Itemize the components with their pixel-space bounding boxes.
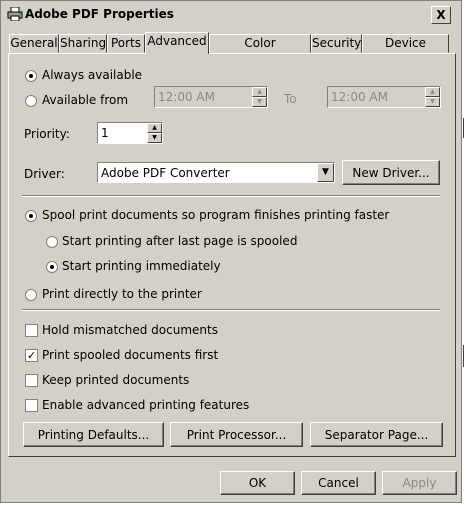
start-after-last-page-radio[interactable] xyxy=(46,236,58,248)
close-icon: X xyxy=(436,8,446,22)
tab-label: Security xyxy=(312,36,362,50)
print-processor-button[interactable]: Print Processor... xyxy=(170,422,303,447)
hold-mismatched-label: Hold mismatched documents xyxy=(42,323,218,337)
close-button[interactable]: X xyxy=(431,6,451,24)
print-processor-label: Print Processor... xyxy=(186,427,287,442)
from-time-spinner: ▲ ▼ xyxy=(252,87,267,107)
driver-select[interactable]: Adobe PDF Converter ▼ xyxy=(97,162,335,183)
apply-label: Apply xyxy=(402,476,437,490)
spooled-first-label: Print spooled documents first xyxy=(42,348,219,362)
available-from-label: Available from xyxy=(42,93,129,107)
to-label: To xyxy=(284,92,297,106)
always-available-radio[interactable] xyxy=(25,70,37,82)
cancel-label: Cancel xyxy=(318,476,359,490)
priority-spinner[interactable]: 1 ▲ ▼ xyxy=(97,122,163,144)
available-from-radio[interactable] xyxy=(25,95,37,107)
printer-icon xyxy=(7,7,23,21)
ok-button[interactable]: OK xyxy=(220,471,295,495)
keep-printed-checkbox[interactable] xyxy=(25,374,38,387)
tab-security[interactable]: Security xyxy=(311,34,362,53)
start-immediately-radio[interactable] xyxy=(46,261,58,273)
spin-up-icon[interactable]: ▲ xyxy=(425,87,440,97)
printing-defaults-label: Printing Defaults... xyxy=(37,427,150,442)
separator xyxy=(22,309,440,311)
tab-label: Sharing xyxy=(60,36,107,50)
to-time-spinner: ▲ ▼ xyxy=(425,87,440,107)
properties-dialog: Adobe PDF Properties X General Sharing P… xyxy=(0,0,462,503)
spool-label: Spool print documents so program finishe… xyxy=(42,208,390,222)
priority-spin-buttons: ▲ ▼ xyxy=(147,123,162,143)
advanced-features-checkbox[interactable] xyxy=(25,399,38,412)
new-driver-label: New Driver... xyxy=(352,165,430,180)
spin-up-icon[interactable]: ▲ xyxy=(147,123,162,133)
window-title: Adobe PDF Properties xyxy=(25,7,174,21)
spin-up-icon[interactable]: ▲ xyxy=(252,87,267,97)
spooled-first-checkbox[interactable]: ✓ xyxy=(25,349,38,362)
available-from-time[interactable]: 12:00 AM ▲ ▼ xyxy=(154,86,268,108)
title-bar: Adobe PDF Properties X xyxy=(3,3,459,26)
tab-color-management[interactable]: Color Management xyxy=(209,34,311,67)
separator xyxy=(22,195,440,197)
to-time-value: 12:00 AM xyxy=(331,90,388,104)
always-available-label: Always available xyxy=(42,68,143,82)
driver-value: Adobe PDF Converter xyxy=(101,166,230,180)
advanced-features-label: Enable advanced printing features xyxy=(42,398,250,412)
advanced-tab-panel: Always available Available from 12:00 AM… xyxy=(8,53,456,457)
from-time-value: 12:00 AM xyxy=(158,90,215,104)
tab-ports[interactable]: Ports xyxy=(107,34,145,53)
driver-label: Driver: xyxy=(24,167,65,181)
spool-radio[interactable] xyxy=(25,210,37,222)
start-after-last-page-label: Start printing after last page is spoole… xyxy=(62,234,298,248)
cancel-button[interactable]: Cancel xyxy=(301,471,376,495)
print-directly-radio[interactable] xyxy=(25,289,37,301)
priority-value: 1 xyxy=(101,126,109,140)
tab-device-settings[interactable]: Device Settings xyxy=(362,34,449,67)
chevron-down-icon[interactable]: ▼ xyxy=(317,163,334,182)
background-window-edge xyxy=(463,118,464,138)
check-mark-icon: ✓ xyxy=(26,349,37,362)
background-window-edge xyxy=(463,345,464,367)
hold-mismatched-checkbox[interactable] xyxy=(25,324,38,337)
print-directly-label: Print directly to the printer xyxy=(42,287,202,301)
separator-page-label: Separator Page... xyxy=(324,427,429,442)
available-to-time[interactable]: 12:00 AM ▲ ▼ xyxy=(327,86,441,108)
tab-label: General xyxy=(10,36,58,50)
spin-down-icon[interactable]: ▼ xyxy=(425,97,440,107)
tab-sharing[interactable]: Sharing xyxy=(59,34,107,53)
keep-printed-label: Keep printed documents xyxy=(42,373,190,387)
ok-label: OK xyxy=(248,476,267,490)
tab-advanced[interactable]: Advanced xyxy=(145,32,209,54)
separator-page-button[interactable]: Separator Page... xyxy=(310,422,443,447)
new-driver-button[interactable]: New Driver... xyxy=(342,160,440,185)
spin-down-icon[interactable]: ▼ xyxy=(252,97,267,107)
start-immediately-label: Start printing immediately xyxy=(62,259,221,273)
priority-label: Priority: xyxy=(24,127,70,141)
tab-label: Advanced xyxy=(147,34,207,48)
apply-button[interactable]: Apply xyxy=(382,471,457,495)
tab-label: Ports xyxy=(110,36,142,50)
spin-down-icon[interactable]: ▼ xyxy=(147,133,162,143)
printing-defaults-button[interactable]: Printing Defaults... xyxy=(23,422,164,447)
tab-general[interactable]: General xyxy=(9,34,59,53)
